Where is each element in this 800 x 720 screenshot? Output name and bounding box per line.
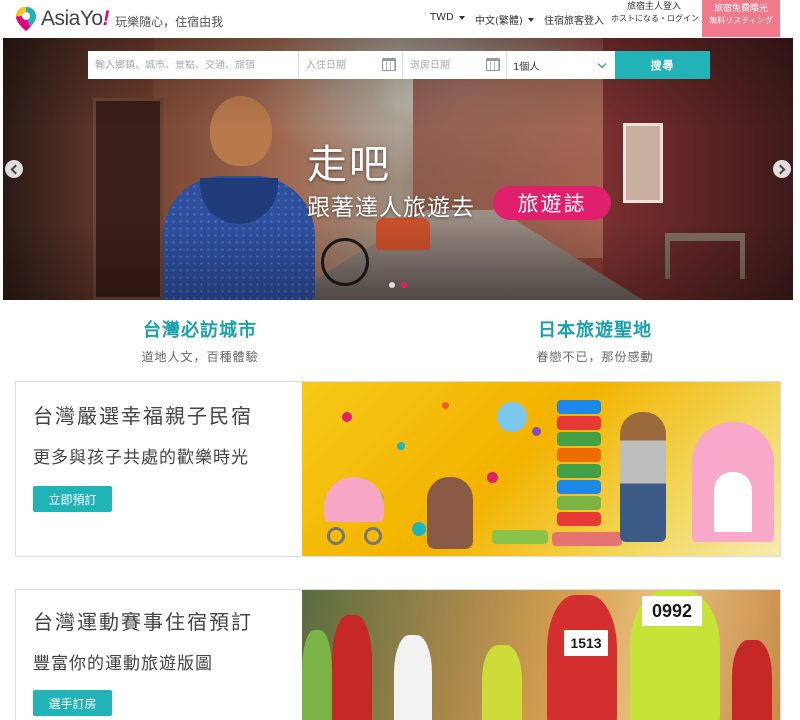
card-title: 台灣運動賽事住宿預訂 bbox=[33, 610, 253, 634]
checkin-field[interactable] bbox=[299, 51, 403, 79]
toy-block-image bbox=[557, 496, 601, 510]
guest-login-link[interactable]: 住宿旅客登入 bbox=[544, 12, 604, 27]
guests-select[interactable]: 1個人 bbox=[507, 51, 615, 79]
destination-field[interactable] bbox=[88, 51, 299, 79]
free-listing-label: 旅宿免費曝光 bbox=[713, 4, 768, 14]
stroller-wheel-image bbox=[364, 527, 382, 545]
checkout-field[interactable] bbox=[403, 51, 507, 79]
promo-title[interactable]: 日本旅遊聖地 bbox=[475, 316, 715, 342]
toy-block-image bbox=[492, 530, 548, 544]
confetti-image bbox=[487, 472, 498, 483]
runner-bib: 0992 bbox=[642, 596, 702, 626]
promo-taiwan-cities[interactable]: 台灣必訪城市 道地人文，百種體驗 bbox=[80, 316, 320, 365]
confetti-image bbox=[442, 402, 449, 409]
promo-title[interactable]: 台灣必訪城市 bbox=[80, 316, 320, 342]
asiayo-logo[interactable]: AsiaYo! 玩樂隨心，住宿由我 bbox=[14, 6, 223, 32]
sports-event-card: 台灣運動賽事住宿預訂 豐富你的運動旅遊版圖 選手訂房 1513 0992 bbox=[15, 589, 781, 720]
stroller-wheel-image bbox=[327, 527, 345, 545]
book-now-button[interactable]: 立即預訂 bbox=[33, 486, 112, 512]
logo-exclamation: ! bbox=[102, 7, 110, 30]
calendar-icon[interactable] bbox=[382, 58, 396, 71]
carousel-dot-1[interactable] bbox=[389, 282, 395, 288]
caret-down-icon bbox=[458, 15, 465, 20]
toy-stroller-image bbox=[324, 477, 384, 522]
runner-image bbox=[394, 635, 432, 720]
runner-image bbox=[732, 640, 772, 720]
toddler-image bbox=[427, 477, 473, 549]
confetti-image bbox=[412, 522, 426, 536]
runner-image bbox=[482, 645, 522, 720]
promo-subtitle: 眷戀不已，那份感動 bbox=[536, 350, 654, 364]
toy-block-image bbox=[557, 448, 601, 462]
family-bnb-card: 台灣嚴選幸福親子民宿 更多與孩子共處的歡樂時光 立即預訂 bbox=[15, 381, 781, 557]
logo-slogan: 玩樂隨心，住宿由我 bbox=[115, 14, 224, 29]
hero-subtitle: 跟著達人旅遊去 bbox=[307, 195, 475, 221]
guests-value: 1個人 bbox=[513, 61, 540, 73]
marathon-runners-image: 1513 0992 bbox=[302, 590, 780, 720]
carousel-next-arrow-icon[interactable] bbox=[773, 160, 791, 178]
destination-input[interactable] bbox=[95, 59, 298, 71]
card-text: 台灣嚴選幸福親子民宿 更多與孩子共處的歡樂時光 立即預訂 bbox=[16, 382, 302, 556]
carousel-dot-2[interactable] bbox=[401, 282, 407, 288]
toy-block-image bbox=[557, 512, 601, 526]
card-description: 更多與孩子共處的歡樂時光 bbox=[33, 448, 249, 468]
toy-block-image bbox=[557, 432, 601, 446]
search-bar: 1個人 搜尋 bbox=[88, 51, 710, 79]
toy-playhouse-door-image bbox=[714, 472, 752, 532]
runner-image bbox=[332, 615, 372, 720]
toy-block-image bbox=[557, 400, 601, 414]
card-description: 豐富你的運動旅遊版圖 bbox=[33, 654, 213, 674]
carousel-indicators bbox=[389, 282, 407, 288]
map-pin-logo-icon bbox=[16, 7, 36, 31]
currency-label: TWD bbox=[430, 12, 454, 23]
language-label: 中文(繁體) bbox=[475, 16, 523, 27]
hero-title: 走吧 bbox=[307, 142, 391, 188]
currency-selector[interactable]: TWD bbox=[430, 12, 465, 23]
host-login-label: 旅宿主人登入 bbox=[626, 2, 681, 12]
toy-block-image bbox=[557, 416, 601, 430]
guest-login-label: 住宿旅客登入 bbox=[544, 16, 604, 27]
calendar-icon[interactable] bbox=[486, 58, 500, 71]
top-header: AsiaYo! 玩樂隨心，住宿由我 TWD 中文(繁體) 住宿旅客登入 旅宿主人… bbox=[0, 0, 800, 38]
confetti-image bbox=[532, 427, 541, 436]
promo-japan-destinations[interactable]: 日本旅遊聖地 眷戀不已，那份感動 bbox=[475, 316, 715, 365]
hero-travel-magazine-tag[interactable]: 旅遊誌 bbox=[493, 186, 611, 220]
chevron-down-icon bbox=[597, 59, 607, 69]
language-selector[interactable]: 中文(繁體) bbox=[475, 12, 534, 27]
search-button[interactable]: 搜尋 bbox=[615, 51, 710, 79]
caret-down-icon bbox=[527, 17, 534, 22]
free-listing-button[interactable]: 旅宿免費曝光 無料リスティング bbox=[702, 0, 780, 37]
girl-image bbox=[620, 412, 666, 542]
athlete-booking-button[interactable]: 選手訂房 bbox=[33, 690, 112, 716]
host-login-link[interactable]: 旅宿主人登入 ホストになる・ログイン bbox=[611, 2, 699, 24]
host-login-jp-label: ホストになる・ログイン bbox=[611, 14, 699, 23]
promo-subtitle: 道地人文，百種體驗 bbox=[141, 350, 259, 364]
hero-carousel: 1個人 搜尋 走吧 跟著達人旅遊去 旅遊誌 bbox=[3, 38, 793, 300]
kids-playroom-image bbox=[302, 382, 780, 556]
toy-block-image bbox=[557, 480, 601, 494]
card-text: 台灣運動賽事住宿預訂 豐富你的運動旅遊版圖 選手訂房 bbox=[16, 590, 302, 720]
runner-bib: 1513 bbox=[564, 630, 608, 656]
carousel-prev-arrow-icon[interactable] bbox=[5, 160, 23, 178]
toy-ball-image bbox=[497, 402, 527, 432]
toy-block-image bbox=[557, 464, 601, 478]
card-title: 台灣嚴選幸福親子民宿 bbox=[33, 404, 253, 428]
confetti-image bbox=[342, 412, 352, 422]
confetti-image bbox=[397, 442, 405, 450]
free-listing-jp-label: 無料リスティング bbox=[709, 16, 773, 25]
toy-block-image bbox=[552, 532, 622, 546]
runner-image bbox=[547, 595, 617, 720]
logo-wordmark: AsiaYo bbox=[41, 7, 103, 30]
runner-image bbox=[302, 630, 332, 720]
